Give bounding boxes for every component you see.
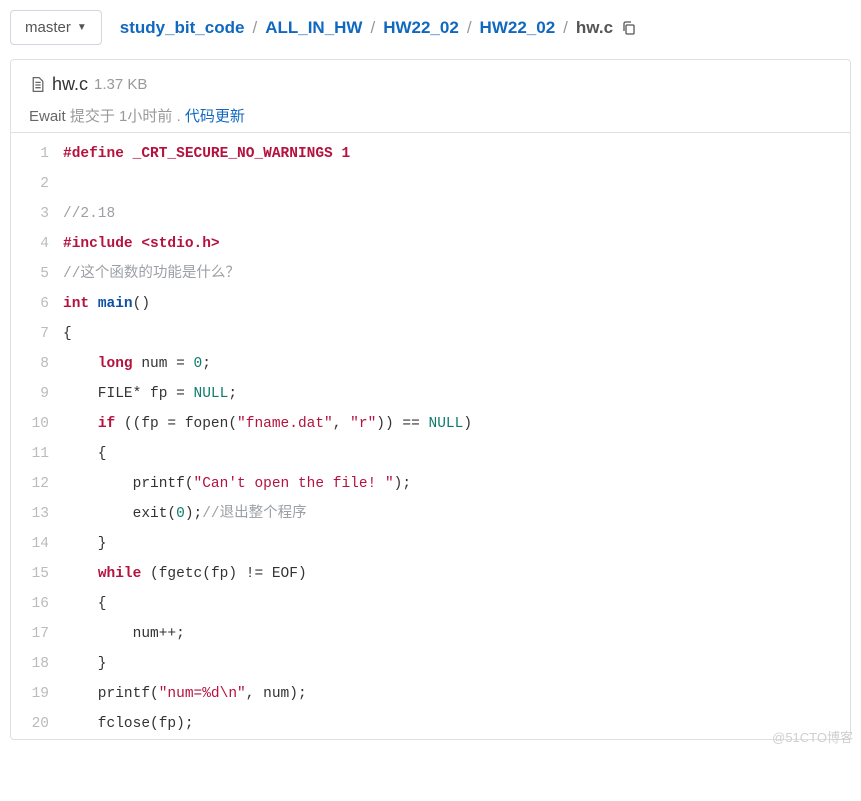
- code-line: num++;: [63, 619, 850, 649]
- line-number[interactable]: 5: [21, 259, 49, 289]
- commit-action: 提交于: [70, 108, 115, 125]
- line-number[interactable]: 9: [21, 379, 49, 409]
- line-number[interactable]: 10: [21, 409, 49, 439]
- commit-time: 1小时前: [119, 108, 172, 125]
- file-panel: hw.c 1.37 KB Ewait 提交于 1小时前 . 代码更新 12345…: [10, 59, 851, 740]
- line-number[interactable]: 7: [21, 319, 49, 349]
- commit-dot: .: [177, 108, 181, 125]
- code-line: #define _CRT_SECURE_NO_WARNINGS 1: [63, 139, 850, 169]
- code-content: #define _CRT_SECURE_NO_WARNINGS 1 //2.18…: [63, 139, 850, 739]
- code-line: //2.18: [63, 199, 850, 229]
- line-number[interactable]: 17: [21, 619, 49, 649]
- code-line: exit(0);//退出整个程序: [63, 499, 850, 529]
- file-icon: [29, 76, 46, 93]
- line-number-gutter: 1234567891011121314151617181920: [11, 139, 63, 739]
- commit-author: Ewait: [29, 108, 66, 125]
- branch-label: master: [25, 19, 71, 36]
- code-line: printf("num=%d\n", num);: [63, 679, 850, 709]
- line-number[interactable]: 19: [21, 679, 49, 709]
- code-line: int main(): [63, 289, 850, 319]
- line-number[interactable]: 11: [21, 439, 49, 469]
- branch-selector[interactable]: master ▼: [10, 10, 102, 45]
- line-number[interactable]: 16: [21, 589, 49, 619]
- line-number[interactable]: 8: [21, 349, 49, 379]
- line-number[interactable]: 14: [21, 529, 49, 559]
- line-number[interactable]: 6: [21, 289, 49, 319]
- copy-path-icon[interactable]: [621, 20, 637, 36]
- breadcrumb-link[interactable]: HW22_02: [480, 18, 556, 38]
- code-line: }: [63, 649, 850, 679]
- code-area: 1234567891011121314151617181920 #define …: [11, 132, 850, 739]
- caret-down-icon: ▼: [77, 22, 87, 33]
- breadcrumb-link[interactable]: study_bit_code: [120, 18, 245, 38]
- breadcrumb-link[interactable]: HW22_02: [383, 18, 459, 38]
- code-line: #include <stdio.h>: [63, 229, 850, 259]
- breadcrumb-sep: /: [467, 18, 472, 38]
- header-row: master ▼ study_bit_code / ALL_IN_HW / HW…: [10, 10, 851, 45]
- breadcrumb-sep: /: [370, 18, 375, 38]
- code-line: }: [63, 529, 850, 559]
- line-number[interactable]: 3: [21, 199, 49, 229]
- code-line: FILE* fp = NULL;: [63, 379, 850, 409]
- code-line: [63, 169, 850, 199]
- breadcrumb-sep: /: [563, 18, 568, 38]
- breadcrumb: study_bit_code / ALL_IN_HW / HW22_02 / H…: [120, 18, 637, 38]
- code-line: //这个函数的功能是什么？: [63, 259, 850, 289]
- code-line: fclose(fp);: [63, 709, 850, 739]
- file-size: 1.37 KB: [94, 76, 147, 93]
- breadcrumb-link[interactable]: ALL_IN_HW: [265, 18, 362, 38]
- commit-info: Ewait 提交于 1小时前 . 代码更新: [29, 105, 832, 126]
- code-line: {: [63, 439, 850, 469]
- line-number[interactable]: 1: [21, 139, 49, 169]
- line-number[interactable]: 15: [21, 559, 49, 589]
- breadcrumb-sep: /: [252, 18, 257, 38]
- commit-message[interactable]: 代码更新: [185, 108, 245, 125]
- code-line: printf("Can't open the file! ");: [63, 469, 850, 499]
- breadcrumb-current: hw.c: [576, 18, 613, 38]
- line-number[interactable]: 20: [21, 709, 49, 739]
- file-title-row: hw.c 1.37 KB: [29, 74, 832, 95]
- line-number[interactable]: 4: [21, 229, 49, 259]
- code-line: long num = 0;: [63, 349, 850, 379]
- line-number[interactable]: 13: [21, 499, 49, 529]
- line-number[interactable]: 2: [21, 169, 49, 199]
- code-line: if ((fp = fopen("fname.dat", "r")) == NU…: [63, 409, 850, 439]
- code-line: {: [63, 319, 850, 349]
- line-number[interactable]: 12: [21, 469, 49, 499]
- code-line: while (fgetc(fp) != EOF): [63, 559, 850, 589]
- file-name: hw.c: [52, 74, 88, 95]
- line-number[interactable]: 18: [21, 649, 49, 679]
- file-header: hw.c 1.37 KB Ewait 提交于 1小时前 . 代码更新: [11, 60, 850, 132]
- code-line: {: [63, 589, 850, 619]
